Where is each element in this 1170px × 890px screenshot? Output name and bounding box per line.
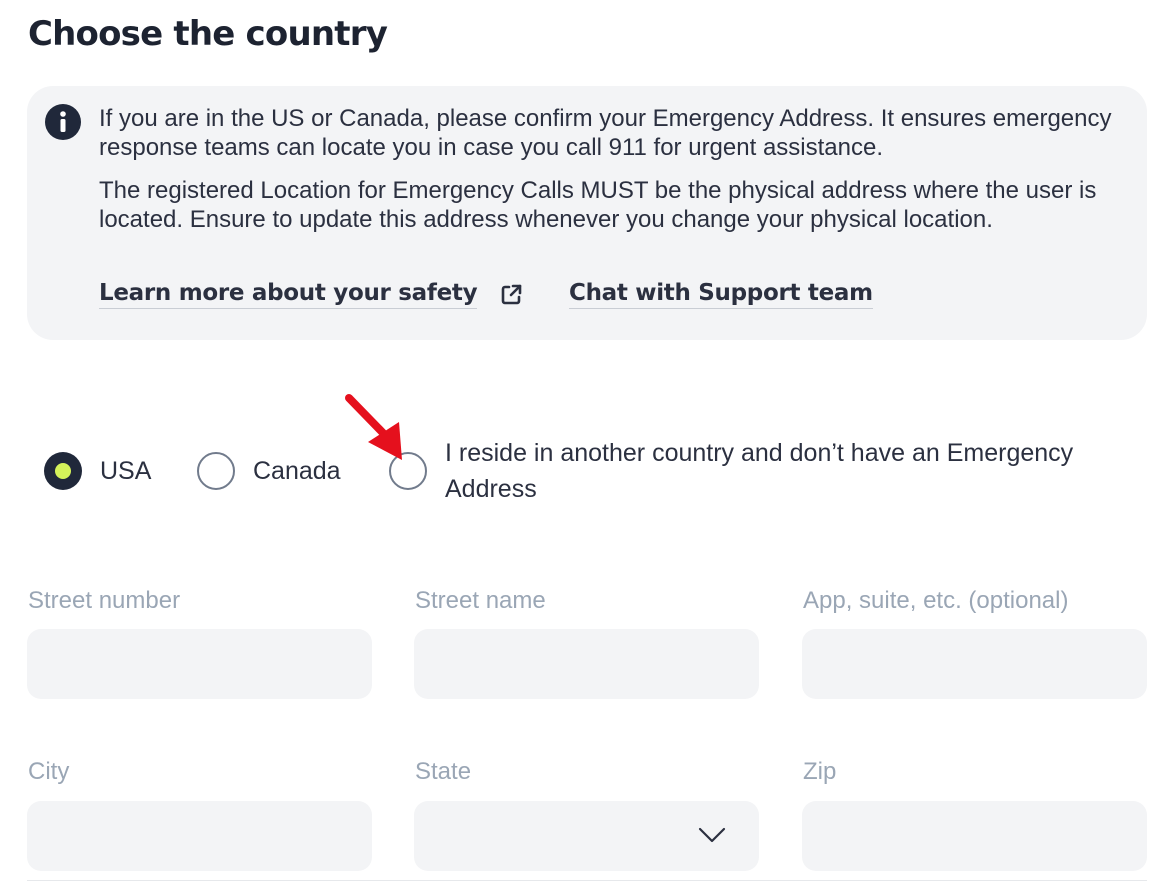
emergency-address-page: Choose the country If you are in the US …: [0, 0, 1170, 890]
city-label: City: [28, 758, 70, 785]
page-title: Choose the country: [28, 14, 388, 54]
street-number-label: Street number: [28, 587, 181, 614]
learn-more-safety-link[interactable]: Learn more about your safety: [99, 280, 478, 309]
radio-label-other-country[interactable]: I reside in another country and don’t ha…: [445, 435, 1145, 507]
radio-canada[interactable]: [197, 452, 235, 490]
apartment-input[interactable]: [802, 629, 1147, 699]
street-number-input[interactable]: [27, 629, 372, 699]
radio-label-canada[interactable]: Canada: [253, 453, 341, 489]
chevron-down-icon[interactable]: [697, 825, 727, 845]
radio-label-usa[interactable]: USA: [100, 453, 151, 489]
zip-input[interactable]: [802, 801, 1147, 871]
state-label: State: [415, 758, 472, 785]
info-paragraph-location: The registered Location for Emergency Ca…: [99, 177, 1097, 233]
info-circle-icon: [45, 104, 81, 140]
apartment-label: App, suite, etc. (optional): [803, 587, 1069, 614]
external-link-icon: [501, 284, 522, 305]
divider: [27, 880, 1147, 881]
chat-with-support-link[interactable]: Chat with Support team: [569, 280, 873, 309]
radio-usa[interactable]: [44, 452, 82, 490]
zip-label: Zip: [803, 758, 837, 785]
city-input[interactable]: [27, 801, 372, 871]
street-name-input[interactable]: [414, 629, 759, 699]
street-name-label: Street name: [415, 587, 546, 614]
info-paragraph-emergency: If you are in the US or Canada, please c…: [99, 105, 1112, 161]
red-arrow-icon: [345, 394, 402, 460]
